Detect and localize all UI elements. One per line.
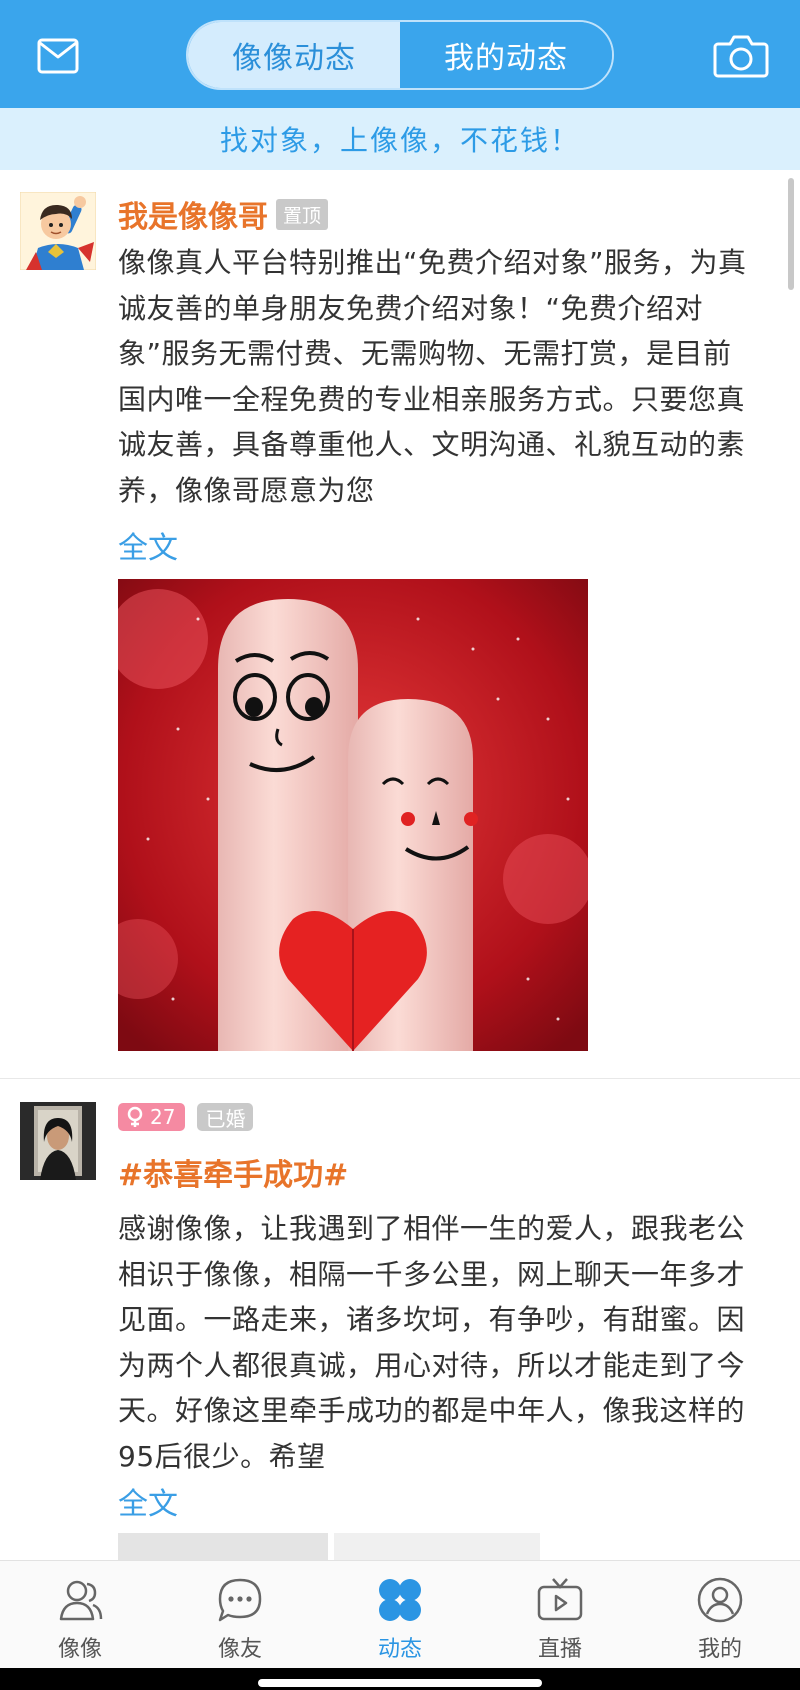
chat-bubble-icon	[218, 1578, 262, 1622]
tab-xiangxiang-feed[interactable]: 像像动态	[188, 22, 400, 88]
age-value: 27	[150, 1105, 176, 1129]
nav-label: 我的	[697, 1637, 742, 1662]
post-content: 我是像像哥 置顶 像像真人平台特别推出“免费介绍对象”服务，为真诚友善的单身朋友…	[98, 192, 758, 1051]
bottom-navigation: 像像 像友 动态 直播 我的	[0, 1560, 800, 1668]
pinned-badge: 置顶	[276, 198, 329, 230]
feed-list[interactable]: 我是像像哥 置顶 像像真人平台特别推出“免费介绍对象”服务，为真诚友善的单身朋友…	[0, 170, 800, 1560]
user-badges: 27 已婚	[118, 1102, 758, 1132]
nav-item-live[interactable]: 直播	[480, 1561, 640, 1668]
mail-icon[interactable]	[36, 34, 80, 78]
age-badge: 27	[118, 1103, 186, 1131]
live-tv-icon	[537, 1578, 583, 1621]
post-divider	[0, 1078, 800, 1079]
author-row: 我是像像哥 置顶	[118, 192, 758, 236]
topic-tag[interactable]: #恭喜牵手成功#	[118, 1150, 348, 1194]
nav-item-friends[interactable]: 像友	[160, 1561, 320, 1668]
home-indicator[interactable]	[258, 1679, 542, 1687]
marital-status-badge: 已婚	[197, 1103, 254, 1131]
avatar[interactable]	[20, 1102, 96, 1180]
finger-couple-photo[interactable]	[98, 579, 593, 1051]
nav-label: 像像	[57, 1637, 102, 1662]
people-icon	[59, 1580, 103, 1621]
post-content: 27 已婚 #恭喜牵手成功# 感谢像像，让我遇到了相伴一生的爱人，跟我老公相识于…	[118, 1102, 758, 1560]
tab-my-feed[interactable]: 我的动态	[400, 22, 612, 88]
post-text[interactable]: 像像真人平台特别推出“免费介绍对象”服务，为真诚友善的单身朋友免费介绍对象！“免…	[118, 240, 758, 513]
nav-item-me[interactable]: 我的	[640, 1561, 800, 1668]
post-image-thumbnail[interactable]	[118, 1533, 328, 1560]
camera-icon[interactable]	[712, 32, 770, 80]
scrollbar[interactable]	[788, 178, 794, 290]
female-icon	[127, 1106, 143, 1127]
nav-label: 动态	[377, 1637, 422, 1662]
top-header: 像像动态 我的动态	[0, 0, 800, 108]
nav-label: 直播	[537, 1637, 582, 1662]
avatar[interactable]	[20, 192, 96, 270]
promo-banner[interactable]: 找对象，上像像，不花钱！	[0, 108, 800, 170]
dynamics-icon	[379, 1579, 421, 1621]
author-name[interactable]: 我是像像哥	[118, 192, 268, 236]
profile-icon	[697, 1577, 743, 1623]
full-text-link[interactable]: 全文	[118, 1479, 178, 1523]
post-text[interactable]: 感谢像像，让我遇到了相伴一生的爱人，跟我老公相识于像像，相隔一千多公里，网上聊天…	[118, 1206, 758, 1479]
post-image-thumbnail[interactable]	[334, 1533, 540, 1560]
nav-item-xiangxiang[interactable]: 像像	[0, 1561, 160, 1668]
nav-item-dynamics[interactable]: 动态	[320, 1561, 480, 1668]
post-images	[118, 1533, 758, 1560]
nav-label: 像友	[217, 1637, 262, 1662]
full-text-link[interactable]: 全文	[118, 523, 178, 567]
feed-segmented-control: 像像动态 我的动态	[186, 20, 614, 90]
